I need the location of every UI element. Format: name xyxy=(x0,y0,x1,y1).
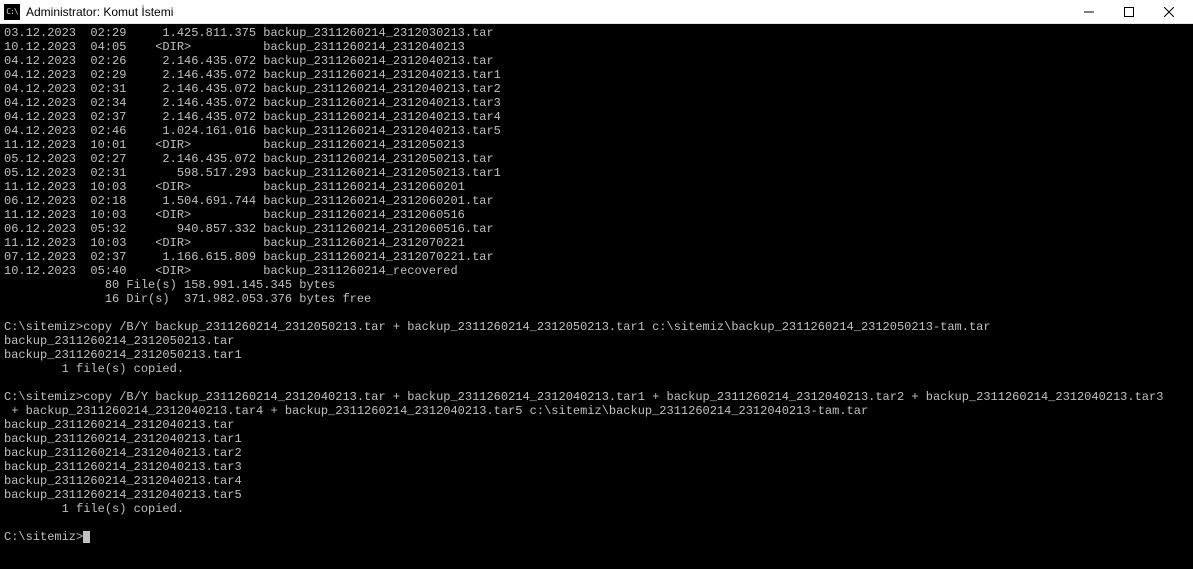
minimize-button[interactable] xyxy=(1069,0,1109,24)
window-controls xyxy=(1069,0,1189,24)
terminal-prompt: C:\sitemiz> xyxy=(4,530,83,544)
cursor-icon xyxy=(83,531,90,543)
close-button[interactable] xyxy=(1149,0,1189,24)
window-titlebar: C:\ Administrator: Komut İstemi xyxy=(0,0,1193,24)
terminal-output[interactable]: 03.12.2023 02:29 1.425.811.375 backup_23… xyxy=(0,24,1193,569)
cmd-icon: C:\ xyxy=(4,4,20,20)
window-title: Administrator: Komut İstemi xyxy=(26,5,1069,19)
maximize-button[interactable] xyxy=(1109,0,1149,24)
